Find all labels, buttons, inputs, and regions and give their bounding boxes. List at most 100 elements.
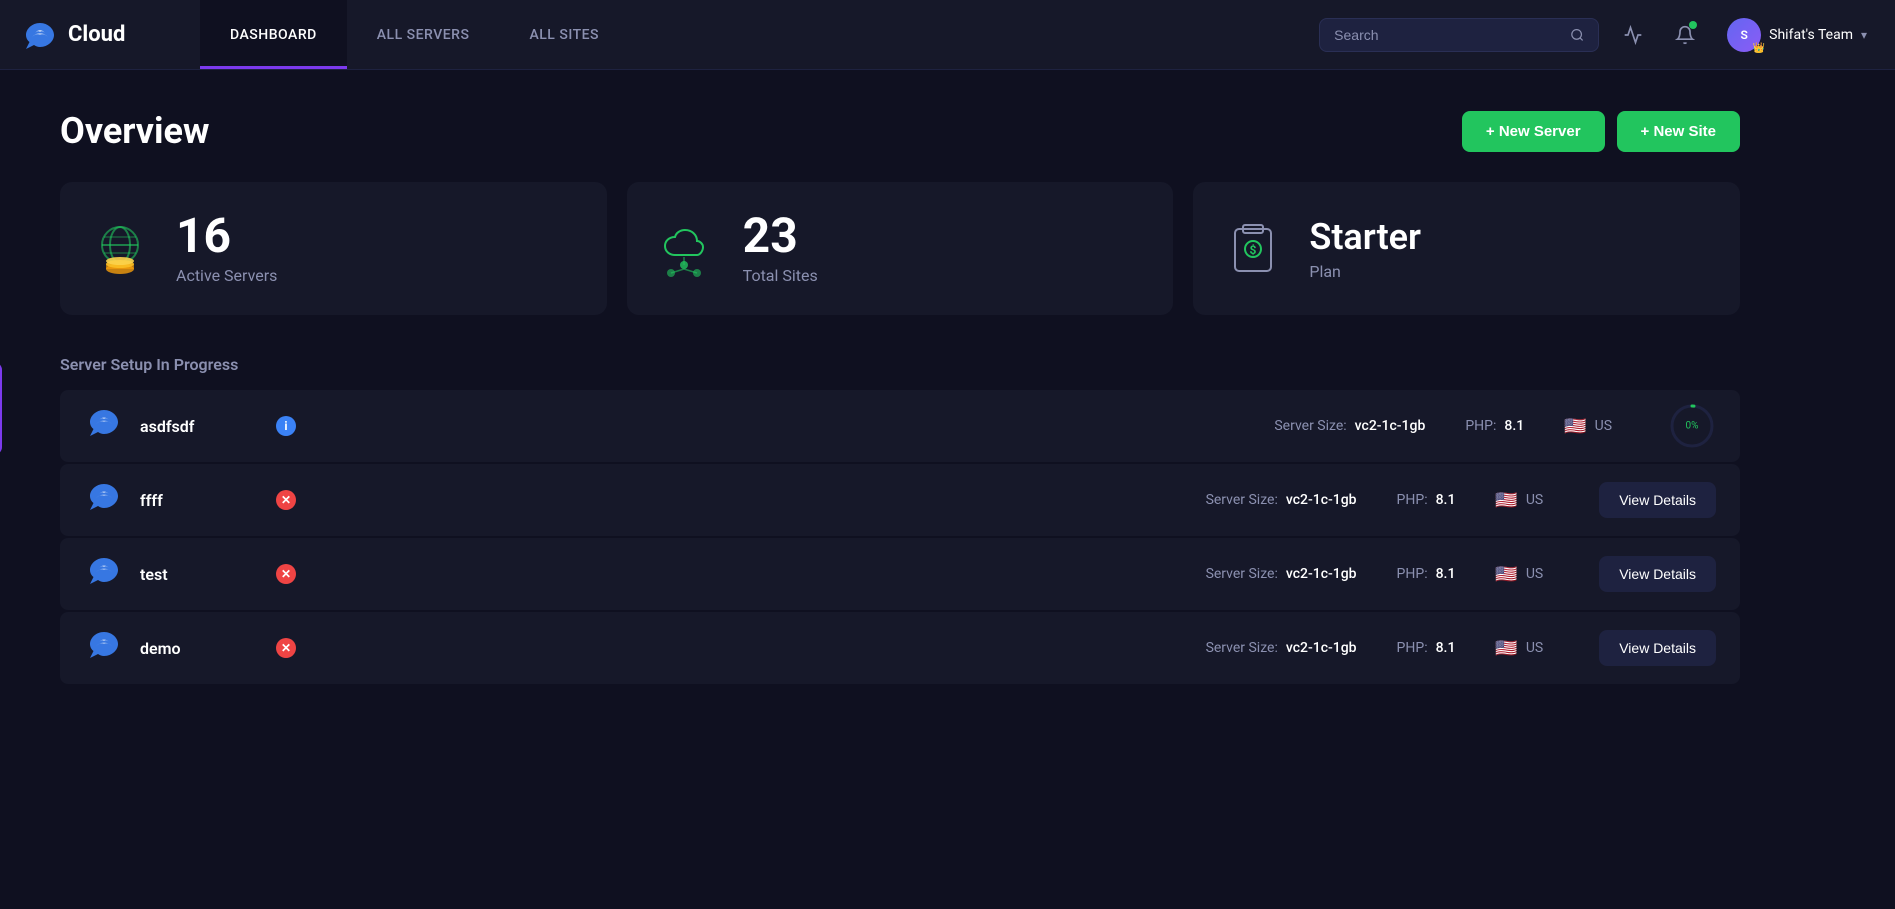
server-meta: Server Size: vc2-1c-1gb PHP: 8.1 🇺🇸 US (1206, 564, 1544, 585)
server-size-meta: Server Size: vc2-1c-1gb (1206, 566, 1357, 582)
activity-icon (1623, 25, 1643, 45)
server-name: ffff (140, 491, 260, 510)
server-action: View Details (1599, 482, 1716, 518)
table-row: demo ✕ Server Size: vc2-1c-1gb PHP: 8.1 … (60, 612, 1740, 684)
nav-dashboard[interactable]: DASHBOARD (200, 0, 347, 69)
country-flag: 🇺🇸 (1495, 638, 1517, 659)
size-label: Server Size: (1206, 492, 1278, 508)
sites-icon (655, 217, 719, 281)
total-sites-count: 23 (743, 212, 818, 260)
plan-info: Starter Plan (1309, 216, 1421, 281)
total-sites-label: Total Sites (743, 266, 818, 285)
php-value: 8.1 (1436, 566, 1456, 582)
table-row: ffff ✕ Server Size: vc2-1c-1gb PHP: 8.1 … (60, 464, 1740, 536)
status-info-icon[interactable]: i (276, 416, 296, 436)
notification-dot (1689, 21, 1697, 29)
country-code: US (1526, 640, 1543, 656)
active-servers-count: 16 (176, 212, 277, 260)
progress-percent: 0% (1686, 421, 1699, 432)
size-label: Server Size: (1206, 566, 1278, 582)
country-meta: 🇺🇸 US (1495, 638, 1543, 659)
status-error-icon[interactable]: ✕ (276, 638, 296, 658)
size-value: vc2-1c-1gb (1286, 566, 1357, 582)
country-code: US (1595, 418, 1612, 434)
stats-row: 16 Active Servers 23 (60, 182, 1740, 315)
php-meta: PHP: 8.1 (1397, 492, 1456, 508)
php-label: PHP: (1465, 418, 1496, 434)
size-value: vc2-1c-1gb (1286, 640, 1357, 656)
nav-right: S 👑 Shifat's Team ▾ (1319, 14, 1875, 56)
new-site-button[interactable]: + New Site (1617, 111, 1740, 152)
navbar: Cloud DASHBOARD ALL SERVERS ALL SITES (0, 0, 1895, 70)
plan-label: Plan (1309, 262, 1421, 281)
php-label: PHP: (1397, 566, 1428, 582)
activity-icon-btn[interactable] (1615, 17, 1651, 53)
view-details-button[interactable]: View Details (1599, 630, 1716, 666)
country-meta: 🇺🇸 US (1495, 564, 1543, 585)
view-details-button[interactable]: View Details (1599, 556, 1716, 592)
php-value: 8.1 (1436, 640, 1456, 656)
stat-card-plan: $ Starter Plan (1193, 182, 1740, 315)
size-value: vc2-1c-1gb (1355, 418, 1426, 434)
total-sites-info: 23 Total Sites (743, 212, 818, 285)
server-logo-icon (84, 406, 124, 446)
notification-icon-btn[interactable] (1667, 17, 1703, 53)
server-action: View Details (1599, 556, 1716, 592)
new-server-button[interactable]: + New Server (1462, 111, 1605, 152)
country-flag: 🇺🇸 (1495, 564, 1517, 585)
header-buttons: + New Server + New Site (1462, 111, 1740, 152)
size-label: Server Size: (1274, 418, 1346, 434)
page-title: Overview (60, 110, 209, 152)
main-content: Overview + New Server + New Site (0, 70, 1800, 724)
country-flag: 🇺🇸 (1564, 416, 1586, 437)
active-servers-info: 16 Active Servers (176, 212, 277, 285)
status-error-icon[interactable]: ✕ (276, 564, 296, 584)
search-input[interactable] (1334, 27, 1560, 43)
search-icon (1570, 27, 1584, 43)
server-action: View Details (1599, 630, 1716, 666)
php-value: 8.1 (1504, 418, 1524, 434)
plan-name: Starter (1309, 216, 1421, 258)
user-crown-badge: 👑 (1753, 43, 1765, 54)
country-meta: 🇺🇸 US (1564, 416, 1612, 437)
nav-all-sites[interactable]: ALL SITES (499, 0, 629, 69)
server-size-meta: Server Size: vc2-1c-1gb (1206, 640, 1357, 656)
logo-text: Cloud (68, 22, 125, 47)
overview-header: Overview + New Server + New Site (60, 110, 1740, 152)
php-label: PHP: (1397, 640, 1428, 656)
logo-area: Cloud (20, 15, 200, 55)
php-value: 8.1 (1436, 492, 1456, 508)
php-meta: PHP: 8.1 (1397, 640, 1456, 656)
server-name: test (140, 565, 260, 584)
server-size-meta: Server Size: vc2-1c-1gb (1274, 418, 1425, 434)
server-logo-icon (84, 480, 124, 520)
server-logo-icon (84, 554, 124, 594)
svg-text:$: $ (1250, 243, 1257, 257)
table-row: asdfsdf i Server Size: vc2-1c-1gb PHP: 8… (60, 390, 1740, 462)
table-row: test ✕ Server Size: vc2-1c-1gb PHP: 8.1 … (60, 538, 1740, 610)
user-area[interactable]: S 👑 Shifat's Team ▾ (1719, 14, 1875, 56)
country-code: US (1526, 566, 1543, 582)
country-meta: 🇺🇸 US (1495, 490, 1543, 511)
server-meta: Server Size: vc2-1c-1gb PHP: 8.1 🇺🇸 US (1274, 416, 1612, 437)
php-label: PHP: (1397, 492, 1428, 508)
feedback-tab[interactable]: + Feedback (0, 361, 2, 454)
status-error-icon[interactable]: ✕ (276, 490, 296, 510)
server-meta: Server Size: vc2-1c-1gb PHP: 8.1 🇺🇸 US (1206, 638, 1544, 659)
view-details-button[interactable]: View Details (1599, 482, 1716, 518)
progress-ring: 0% (1668, 402, 1716, 450)
nav-all-servers[interactable]: ALL SERVERS (347, 0, 500, 69)
user-name: Shifat's Team (1769, 27, 1853, 43)
setup-section-title: Server Setup In Progress (60, 355, 1740, 374)
php-meta: PHP: 8.1 (1397, 566, 1456, 582)
nav-links: DASHBOARD ALL SERVERS ALL SITES (200, 0, 1319, 69)
chevron-down-icon: ▾ (1861, 28, 1867, 42)
php-meta: PHP: 8.1 (1465, 418, 1524, 434)
server-name: asdfsdf (140, 417, 260, 436)
avatar: S 👑 (1727, 18, 1761, 52)
server-action: 0% (1668, 402, 1716, 450)
size-label: Server Size: (1206, 640, 1278, 656)
server-name: demo (140, 639, 260, 658)
country-flag: 🇺🇸 (1495, 490, 1517, 511)
size-value: vc2-1c-1gb (1286, 492, 1357, 508)
